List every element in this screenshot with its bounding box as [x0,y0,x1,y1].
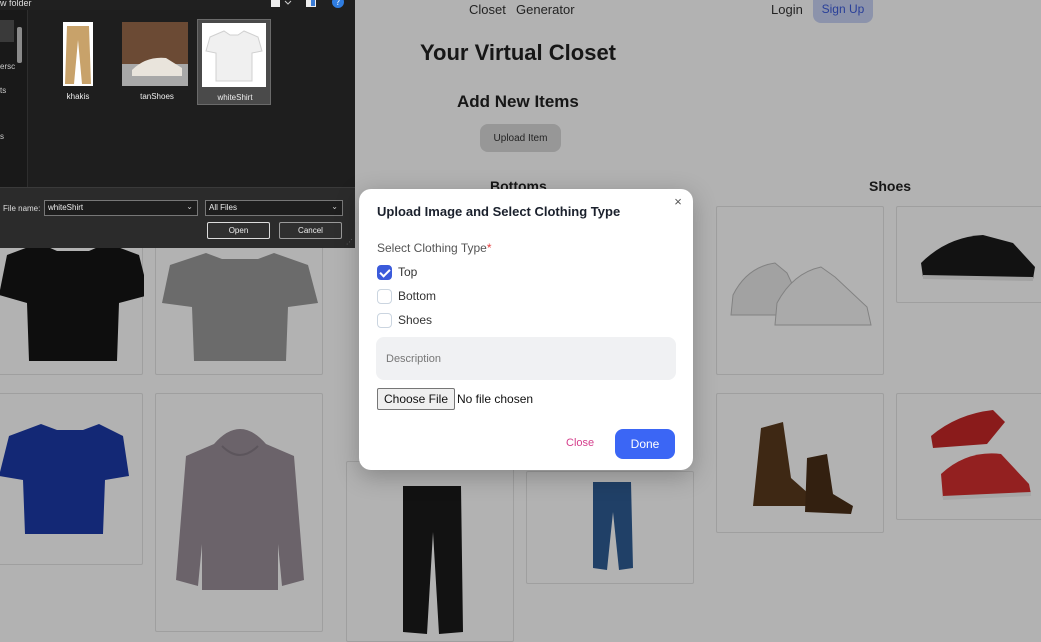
file-name-value: whiteShirt [48,203,84,212]
description-input[interactable] [376,337,676,380]
file-item-label: whiteShirt [217,93,253,102]
resize-grip-icon[interactable]: ⋰ [346,238,353,246]
close-icon[interactable]: × [671,195,685,209]
file-open-dialog: w folder ? ersc ts s khakis tanShoes whi… [0,0,355,248]
preview-pane-icon[interactable] [305,0,317,8]
option-shoes-label: Shoes [398,313,433,327]
nav-pane-item[interactable]: ersc [0,62,15,71]
chevron-down-icon[interactable] [284,0,296,8]
modal-title: Upload Image and Select Clothing Type [377,204,621,219]
cancel-button[interactable]: Cancel [279,222,342,239]
choose-file-button[interactable]: Choose File [377,388,455,410]
file-name-label: File name: [3,204,41,213]
tanshoes-thumbnail [122,22,188,86]
nav-pane-item[interactable]: ts [0,86,6,95]
file-item-label: tanShoes [140,92,174,101]
chevron-down-icon[interactable]: ⌄ [186,202,193,211]
checkbox-top[interactable] [377,264,392,280]
close-button[interactable]: Close [566,437,594,449]
dialog-toolbar: w folder ? [0,0,355,10]
done-button[interactable]: Done [615,429,675,459]
option-shoes[interactable]: Shoes [377,312,432,328]
khakis-thumbnail [49,22,107,86]
file-status-text: No file chosen [457,392,534,406]
option-bottom-label: Bottom [398,289,437,303]
option-top[interactable]: Top [377,264,417,280]
option-bottom[interactable]: Bottom [377,288,436,304]
file-item-whiteshirt[interactable]: whiteShirt [197,19,271,105]
whiteshirt-thumbnail [202,23,266,87]
dialog-footer: File name: whiteShirt ⌄ All Files ⌄ Open… [0,187,355,248]
file-type-select[interactable]: All Files ⌄ [205,200,343,216]
checkbox-bottom[interactable] [377,288,392,304]
clothing-type-label: Select Clothing Type* [377,241,492,255]
upload-modal: Upload Image and Select Clothing Type × … [359,189,693,470]
nav-pane-item[interactable]: s [0,132,4,141]
dialog-navigation-pane: ersc ts s [0,10,28,187]
help-icon[interactable]: ? [332,0,344,8]
file-type-value: All Files [209,203,238,212]
file-item-khakis[interactable]: khakis [41,19,115,105]
svg-text:?: ? [336,0,340,7]
clothing-type-label-text: Select Clothing Type [377,241,487,255]
chevron-down-icon[interactable]: ⌄ [331,202,338,211]
file-name-input[interactable]: whiteShirt ⌄ [44,200,198,216]
file-list: khakis tanShoes whiteShirt [29,10,355,187]
nav-pane-scrollbar[interactable] [17,27,22,63]
file-item-tanshoes[interactable]: tanShoes [120,19,194,105]
new-folder-button[interactable]: w folder [0,0,32,8]
required-mark: * [486,241,492,255]
nav-pane-selected-item[interactable] [0,20,14,42]
file-item-label: khakis [66,92,90,101]
checkbox-shoes[interactable] [377,312,392,328]
open-button[interactable]: Open [207,222,270,239]
option-top-label: Top [398,265,418,279]
view-options-icon[interactable] [270,0,282,8]
